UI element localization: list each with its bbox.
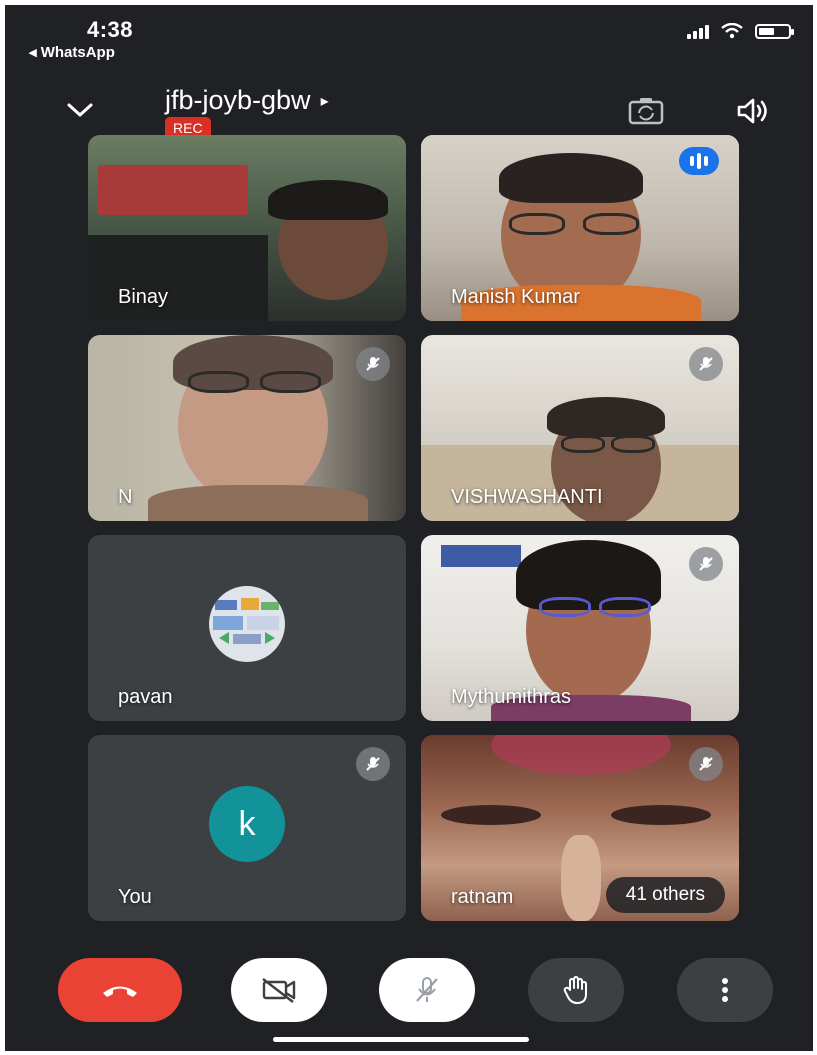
mic-off-icon <box>416 977 438 1002</box>
participant-name: VISHWASHANTI <box>451 486 603 508</box>
more-options-button[interactable] <box>677 958 773 1022</box>
expand-arrow-icon: ▸ <box>320 92 329 110</box>
mic-muted-icon <box>356 347 390 381</box>
meeting-title[interactable]: jfb-joyb-gbw ▸ <box>165 85 329 116</box>
meet-call-screen: 4:38 ◂ WhatsApp jfb-joyb-gbw ▸ REC Binay… <box>5 5 813 1051</box>
mic-muted-icon <box>689 747 723 781</box>
chevron-down-icon[interactable] <box>65 97 95 121</box>
speaker-icon[interactable] <box>735 97 771 125</box>
participant-tile-manish-kumar[interactable]: Manish Kumar <box>421 135 739 321</box>
status-icons <box>687 23 794 39</box>
participant-tile-mythumithras[interactable]: Mythumithras <box>421 535 739 721</box>
participant-tile-you[interactable]: k You <box>88 735 406 921</box>
wifi-icon <box>721 23 743 39</box>
status-time: 4:38 <box>87 17 134 42</box>
video-off-icon <box>262 978 296 1003</box>
back-to-app-link[interactable]: ◂ WhatsApp <box>29 43 115 61</box>
participant-tile-pavan[interactable]: pavan <box>88 535 406 721</box>
more-vert-icon <box>722 978 728 1002</box>
raise-hand-button[interactable] <box>528 958 624 1022</box>
participant-tile-binay[interactable]: Binay <box>88 135 406 321</box>
switch-camera-icon[interactable] <box>627 96 665 126</box>
participant-tile-ratnam[interactable]: ratnam 41 others <box>421 735 739 921</box>
participant-avatar: k <box>209 786 285 862</box>
participant-name: N <box>118 486 133 508</box>
participant-name: Manish Kumar <box>451 286 580 308</box>
phone-hangup-icon <box>103 986 137 997</box>
camera-toggle-button[interactable] <box>231 958 327 1022</box>
end-call-button[interactable] <box>58 958 182 1022</box>
others-chip[interactable]: 41 others <box>605 877 725 913</box>
hand-icon <box>563 976 587 1004</box>
participant-name: Mythumithras <box>451 686 572 708</box>
battery-icon <box>755 23 794 39</box>
mic-muted-icon <box>356 747 390 781</box>
participant-avatar <box>209 586 285 662</box>
participant-tile-n[interactable]: N <box>88 335 406 521</box>
mic-muted-icon <box>689 547 723 581</box>
meeting-code: jfb-joyb-gbw <box>165 85 311 115</box>
mic-muted-icon <box>689 347 723 381</box>
participant-name: pavan <box>118 686 173 708</box>
home-indicator[interactable] <box>273 1037 529 1042</box>
participant-tile-vishwashanti[interactable]: VISHWASHANTI <box>421 335 739 521</box>
participant-name: Binay <box>118 286 169 308</box>
participant-name: ratnam <box>451 886 514 908</box>
speaking-indicator-icon <box>679 147 719 175</box>
participant-name: You <box>118 886 152 908</box>
cellular-signal-icon <box>687 23 709 39</box>
mic-toggle-button[interactable] <box>379 958 475 1022</box>
